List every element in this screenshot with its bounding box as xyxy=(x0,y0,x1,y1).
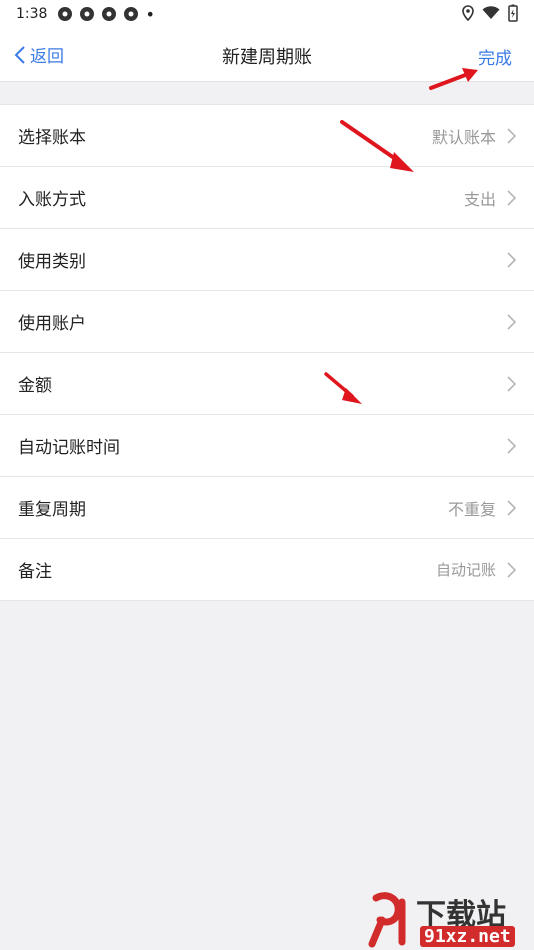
row-amount[interactable]: 金额 xyxy=(0,353,534,415)
row-value: 默认账本 xyxy=(431,127,496,147)
row-label: 自动记账时间 xyxy=(18,438,120,458)
notification-icons: • xyxy=(57,4,155,24)
row-note[interactable]: 备注 自动记账 xyxy=(0,539,534,601)
row-auto-time[interactable]: 自动记账时间 xyxy=(0,415,534,477)
system-icons xyxy=(462,4,518,22)
navigation-bar: 返回 新建周期账 完成 xyxy=(0,28,534,82)
row-account[interactable]: 使用账户 xyxy=(0,291,534,353)
done-button[interactable]: 完成 xyxy=(478,44,512,69)
row-label: 备注 xyxy=(18,562,52,582)
notification-icon xyxy=(58,7,73,21)
row-select-ledger[interactable]: 选择账本 默认账本 xyxy=(0,105,534,167)
battery-icon xyxy=(508,4,518,22)
settings-list: 选择账本 默认账本 入账方式 支出 使用类别 使用账户 金额 自动记账时间 重复… xyxy=(0,104,534,601)
chevron-right-icon xyxy=(507,499,516,516)
chevron-right-icon xyxy=(507,251,516,268)
row-label: 重复周期 xyxy=(18,500,86,520)
notification-icon xyxy=(102,7,117,21)
more-notifications-dot-icon: • xyxy=(145,4,155,24)
row-value: 支出 xyxy=(463,189,496,209)
chevron-right-icon xyxy=(507,375,516,392)
page-title: 新建周期账 xyxy=(222,47,312,68)
row-value: 自动记账 xyxy=(435,561,496,579)
chevron-right-icon xyxy=(507,189,516,206)
watermark-url: 91xz.net xyxy=(420,926,515,947)
status-bar: 1:38 • xyxy=(0,0,534,28)
chevron-right-icon xyxy=(507,437,516,454)
row-label: 使用账户 xyxy=(18,314,86,334)
row-label: 入账方式 xyxy=(18,190,86,210)
row-category[interactable]: 使用类别 xyxy=(0,229,534,291)
chevron-right-icon xyxy=(507,127,516,144)
row-label: 金额 xyxy=(18,376,52,396)
row-repeat-cycle[interactable]: 重复周期 不重复 xyxy=(0,477,534,539)
notification-icon xyxy=(124,7,139,21)
row-label: 使用类别 xyxy=(18,252,86,272)
row-label: 选择账本 xyxy=(18,128,86,148)
status-time: 1:38 xyxy=(16,6,48,22)
location-icon xyxy=(462,5,474,21)
chevron-right-icon xyxy=(507,313,516,330)
watermark-logo-icon xyxy=(368,892,406,948)
notification-icon xyxy=(80,7,95,21)
row-value: 不重复 xyxy=(447,499,496,519)
wifi-icon xyxy=(482,6,500,19)
site-watermark: 下载站 91xz.net xyxy=(362,888,532,950)
chevron-right-icon xyxy=(507,561,516,578)
row-entry-method[interactable]: 入账方式 支出 xyxy=(0,167,534,229)
